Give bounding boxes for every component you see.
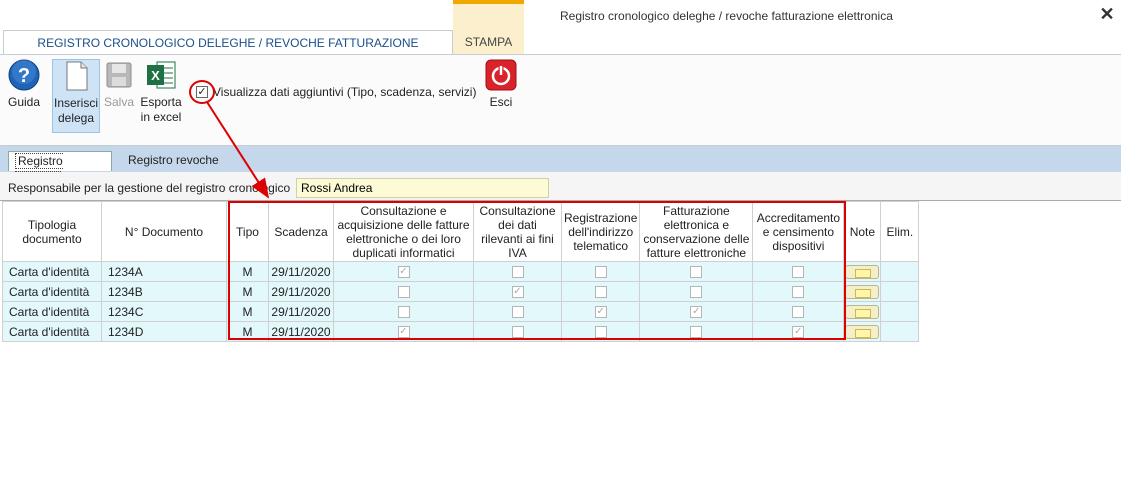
- annotation-arrow: [206, 101, 270, 199]
